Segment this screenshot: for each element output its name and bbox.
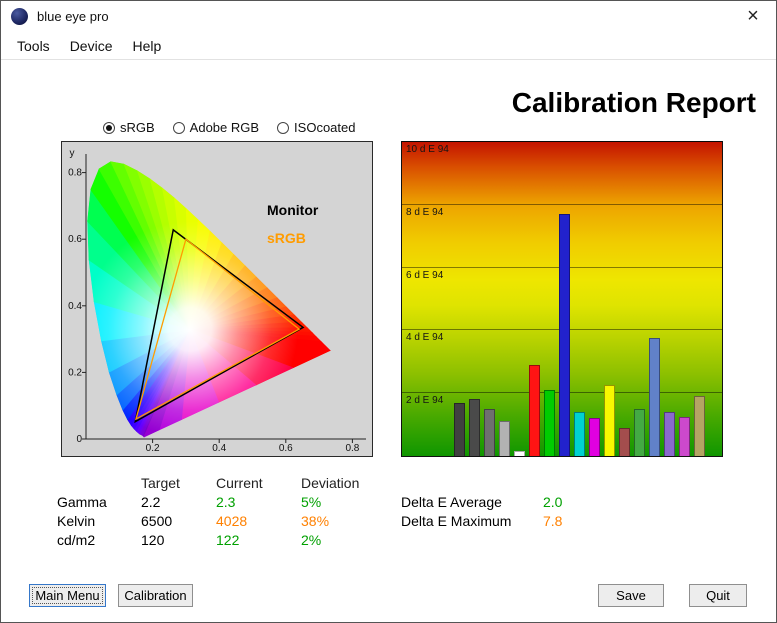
delta-e-bar: [664, 412, 675, 456]
svg-text:0.4: 0.4: [68, 301, 82, 312]
delta-e-bar: [529, 364, 540, 456]
table-corner: [57, 474, 141, 492]
svg-text:0.6: 0.6: [279, 443, 293, 454]
svg-text:0: 0: [76, 434, 82, 445]
kelvin-target: 6500: [141, 513, 173, 529]
delta-e-maximum-label: Delta E Maximum: [401, 513, 512, 529]
calibration-button[interactable]: Calibration: [118, 584, 193, 607]
quit-button[interactable]: Quit: [689, 584, 747, 607]
main-menu-button[interactable]: Main Menu: [29, 584, 106, 607]
close-icon[interactable]: ×: [730, 1, 776, 32]
delta-e-average-value: 2.0: [543, 494, 563, 510]
titlebar: blue eye pro ×: [1, 1, 776, 32]
gamma-current: 2.3: [216, 494, 236, 510]
svg-text:0.2: 0.2: [146, 443, 160, 454]
svg-text:0.6: 0.6: [68, 234, 82, 245]
gridline-label: 8 d E 94: [406, 206, 444, 218]
delta-e-bar: [454, 402, 465, 456]
app-window: blue eye pro × Tools Device Help Calibra…: [0, 0, 777, 623]
delta-e-bar: [469, 399, 480, 456]
row-label-gamma: Gamma: [57, 494, 107, 510]
delta-e-bar: [619, 427, 630, 456]
delta-e-bar: [484, 408, 495, 456]
gridline-label: 2 d E 94: [406, 395, 444, 407]
svg-text:y: y: [70, 148, 75, 159]
gamut-radio-group: sRGB Adobe RGB ISOcoated: [103, 120, 355, 135]
window-title: blue eye pro: [37, 9, 109, 24]
delta-e-average-label: Delta E Average: [401, 494, 502, 510]
gamma-deviation: 5%: [301, 494, 322, 510]
gridline-label: 4 d E 94: [406, 332, 444, 344]
delta-e-bar: [634, 408, 645, 456]
delta-e-bar: [694, 396, 705, 456]
results-table: Target Current Deviation Gamma 2.2 2.3 5…: [57, 474, 393, 549]
delta-e-bar-chart: 2 d E 94 4 d E 94 6 d E 94 8 d E 94 10 d E 9…: [401, 141, 723, 457]
radio-srgb[interactable]: sRGB: [103, 120, 155, 135]
radio-label: sRGB: [120, 120, 155, 135]
gridline-label: 10 d E 94: [406, 144, 449, 155]
radio-isocoated[interactable]: ISOcoated: [277, 120, 355, 135]
legend-monitor: Monitor: [267, 202, 319, 218]
svg-text:0.2: 0.2: [68, 367, 82, 378]
delta-e-maximum-value: 7.8: [543, 513, 563, 529]
col-header-current: Current: [216, 475, 263, 491]
delta-e-bar: [499, 421, 510, 456]
delta-e-bar: [514, 451, 525, 456]
menu-device[interactable]: Device: [60, 34, 123, 58]
radio-adobe-rgb[interactable]: Adobe RGB: [172, 120, 260, 135]
col-header-deviation: Deviation: [301, 475, 360, 491]
menu-help[interactable]: Help: [122, 34, 171, 58]
radio-label: Adobe RGB: [189, 120, 260, 135]
save-button[interactable]: Save: [598, 584, 664, 607]
delta-e-bar: [604, 385, 615, 456]
svg-text:0.4: 0.4: [212, 443, 226, 454]
gamma-target: 2.2: [141, 494, 161, 510]
gridline-label: 6 d E 94: [406, 269, 444, 281]
kelvin-current: 4028: [216, 513, 248, 529]
cdm2-target: 120: [141, 532, 165, 548]
row-label-kelvin: Kelvin: [57, 513, 96, 529]
radio-icon: [172, 121, 185, 134]
row-label-cdm2: cd/m2: [57, 532, 96, 548]
delta-e-bar: [589, 418, 600, 456]
delta-e-bar: [679, 416, 690, 456]
radio-label: ISOcoated: [294, 120, 356, 135]
page-title: Calibration Report: [511, 87, 756, 118]
delta-e-summary: Delta E Average 2.0 Delta E Maximum 7.8: [401, 493, 562, 530]
blue-sphere-icon: [11, 8, 28, 25]
svg-text:0.8: 0.8: [68, 168, 82, 179]
svg-text:0.8: 0.8: [345, 443, 359, 454]
cie-chromaticity-chart: y 0.8 0.6 0.4 0.2 0 0.2 0.4 0.6 0.8 Monitor sRGB: [61, 141, 373, 457]
cdm2-current: 122: [216, 532, 240, 548]
cdm2-deviation: 2%: [301, 532, 322, 548]
radio-icon: [103, 121, 115, 134]
cie-gamut-svg: y 0.8 0.6 0.4 0.2 0 0.2 0.4 0.6 0.8: [68, 148, 366, 454]
delta-e-bar: [574, 412, 585, 456]
bars: [454, 142, 705, 456]
menubar: Tools Device Help: [1, 32, 776, 60]
col-header-target: Target: [141, 475, 180, 491]
legend-srgb: sRGB: [267, 230, 306, 246]
radio-icon: [277, 121, 290, 134]
delta-e-bar: [559, 214, 570, 456]
delta-e-bar: [649, 338, 660, 456]
delta-e-bar: [544, 390, 555, 456]
kelvin-deviation: 38%: [301, 513, 330, 529]
menu-tools[interactable]: Tools: [7, 34, 60, 58]
